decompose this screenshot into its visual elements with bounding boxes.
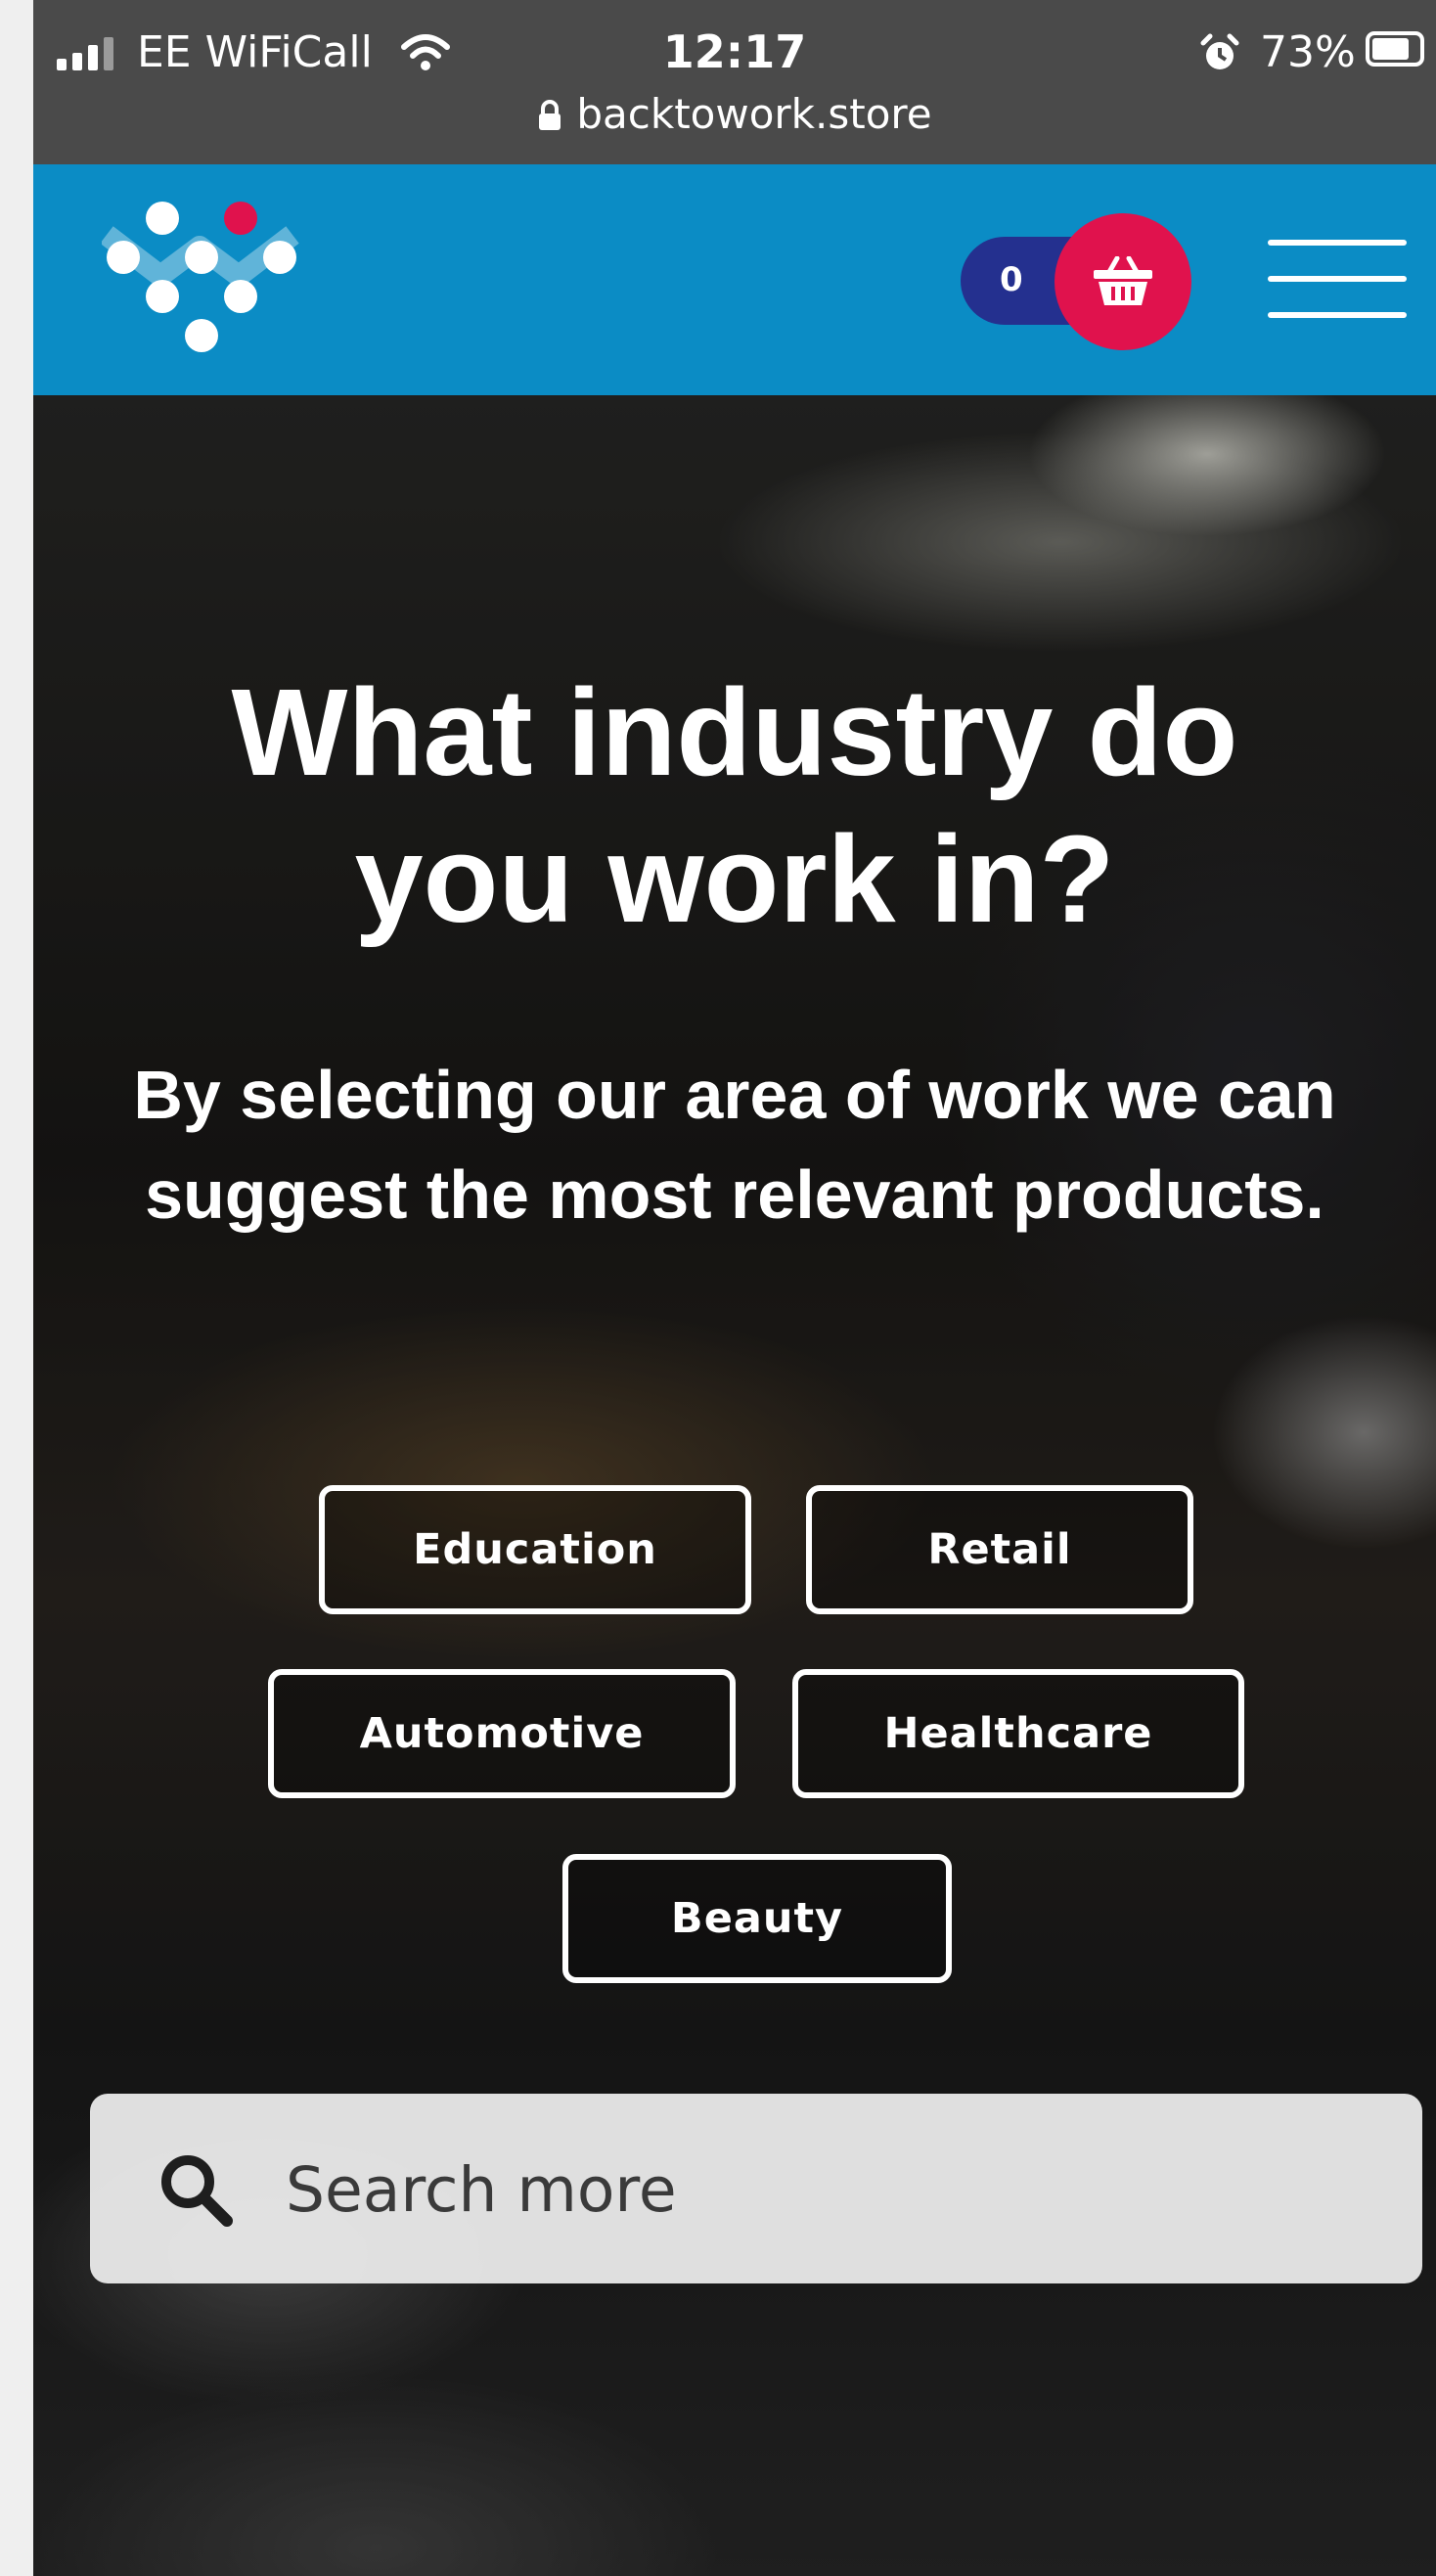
cart-count: 0 xyxy=(1000,260,1023,299)
alarm-icon xyxy=(1199,33,1240,78)
search-input[interactable]: Search more xyxy=(90,2094,1422,2283)
hamburger-menu-icon[interactable] xyxy=(1268,240,1407,318)
industry-healthcare-button[interactable]: Healthcare xyxy=(792,1669,1244,1798)
address-bar[interactable]: backtowork.store xyxy=(33,90,1436,142)
industry-retail-button[interactable]: Retail xyxy=(806,1485,1193,1614)
page-title: What industry do you work in? xyxy=(231,663,1238,948)
basket-icon[interactable] xyxy=(1055,213,1191,350)
industry-beauty-button[interactable]: Beauty xyxy=(562,1854,952,1983)
cart-button[interactable]: 0 xyxy=(961,213,1195,350)
search-icon[interactable] xyxy=(155,2148,237,2235)
url-text: backtowork.store xyxy=(576,90,932,138)
phone-screen: EE WiFiCall 12:17 73% backtowork.store 0… xyxy=(33,0,1436,2576)
battery-icon xyxy=(1366,31,1424,67)
search-placeholder: Search more xyxy=(286,2154,677,2226)
battery-percentage: 73% xyxy=(1260,27,1356,77)
page-subtitle: By selecting our area of work we can sug… xyxy=(133,1057,1336,1233)
industry-education-button[interactable]: Education xyxy=(319,1485,751,1614)
status-bar: EE WiFiCall 12:17 73% backtowork.store xyxy=(33,0,1436,164)
hero-section: What industry do you work in? By selecti… xyxy=(33,395,1436,2576)
industry-automotive-button[interactable]: Automotive xyxy=(268,1669,736,1798)
logo-icon[interactable] xyxy=(100,186,317,366)
site-header: 0 xyxy=(33,164,1436,395)
lock-icon xyxy=(537,94,562,142)
